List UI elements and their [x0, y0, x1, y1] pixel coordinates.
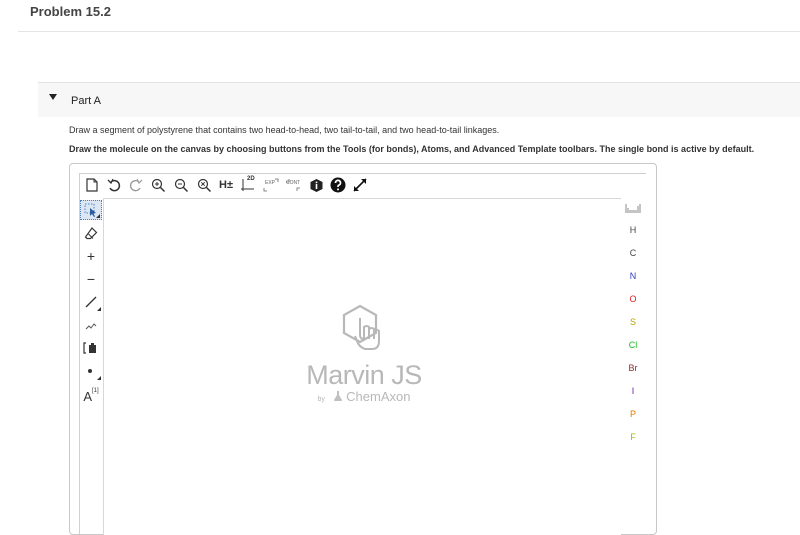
problem-instruction: Draw a segment of polystyrene that conta… — [69, 125, 500, 135]
zoom-fit-icon[interactable] — [194, 175, 214, 195]
marvin-logo: Marvin JS by ChemAxon — [294, 303, 434, 404]
explicit-hydrogen-button[interactable]: H± — [216, 175, 236, 195]
drawing-canvas[interactable]: Marvin JS by ChemAxon — [103, 198, 621, 535]
chemaxon-flask-icon — [333, 391, 342, 401]
zoom-out-icon[interactable] — [171, 175, 191, 195]
chemaxon-logo-text: by ChemAxon — [294, 389, 434, 404]
text-tool-superscript: [1] — [92, 388, 99, 394]
logo-by-text: by — [317, 396, 325, 403]
collapse-arrow-icon[interactable] — [49, 94, 57, 100]
marvin-editor: H± 2D EXP CONT + − A [1] Marvin JS by Ch… — [69, 163, 657, 535]
logo-company-text: ChemAxon — [346, 389, 411, 404]
marvin-logo-text: Marvin JS — [306, 360, 422, 390]
header-divider — [18, 31, 800, 32]
decrease-charge-icon[interactable]: − — [80, 269, 102, 289]
select-tool-button[interactable] — [80, 200, 102, 220]
atom-button-i[interactable]: I — [621, 386, 645, 396]
expand-label: EXP — [265, 180, 276, 186]
atom-button-cl[interactable]: Cl — [621, 340, 645, 350]
contract-label: CONT — [286, 180, 301, 186]
atom-button-c[interactable]: C — [621, 248, 645, 258]
clean-2d-button[interactable]: 2D — [238, 175, 258, 195]
atom-button-o[interactable]: O — [621, 294, 645, 304]
atom-button-n[interactable]: N — [621, 271, 645, 281]
help-icon[interactable] — [328, 175, 348, 195]
part-a-header[interactable]: Part A — [38, 82, 800, 117]
atom-button-br[interactable]: Br — [621, 363, 645, 373]
eraser-icon[interactable] — [80, 223, 102, 243]
drawing-instruction: Draw the molecule on the canvas by choos… — [69, 144, 755, 154]
contract-group-button[interactable]: CONT — [283, 175, 303, 195]
info-icon[interactable] — [306, 175, 326, 195]
increase-charge-icon[interactable]: + — [80, 246, 102, 266]
dropdown-indicator — [96, 214, 100, 218]
expand-group-button[interactable]: EXP — [261, 175, 281, 195]
atom-button-h[interactable]: H — [621, 225, 645, 235]
new-document-icon[interactable] — [82, 175, 102, 195]
marvin-hexagon-icon — [342, 304, 380, 350]
text-tool-button[interactable]: A [1] — [80, 384, 102, 404]
periodic-table-icon[interactable] — [621, 201, 645, 219]
problem-title: Problem 15.2 — [30, 4, 111, 19]
text-tool-label: A — [83, 388, 92, 404]
chain-tool-icon[interactable] — [80, 315, 102, 335]
atom-button-s[interactable]: S — [621, 317, 645, 327]
atom-button-p[interactable]: P — [621, 409, 645, 419]
single-bond-icon[interactable] — [80, 292, 102, 312]
fullscreen-icon[interactable] — [350, 175, 370, 195]
radical-dot-icon[interactable] — [80, 361, 102, 381]
undo-icon[interactable] — [104, 175, 124, 195]
part-label: Part A — [71, 95, 101, 107]
dropdown-indicator — [97, 376, 101, 380]
clean-2d-label: 2D — [247, 176, 255, 182]
template-bracket-icon[interactable] — [80, 338, 102, 358]
dropdown-indicator — [97, 307, 101, 311]
redo-icon[interactable] — [126, 175, 146, 195]
zoom-in-icon[interactable] — [148, 175, 168, 195]
atom-button-f[interactable]: F — [621, 432, 645, 442]
